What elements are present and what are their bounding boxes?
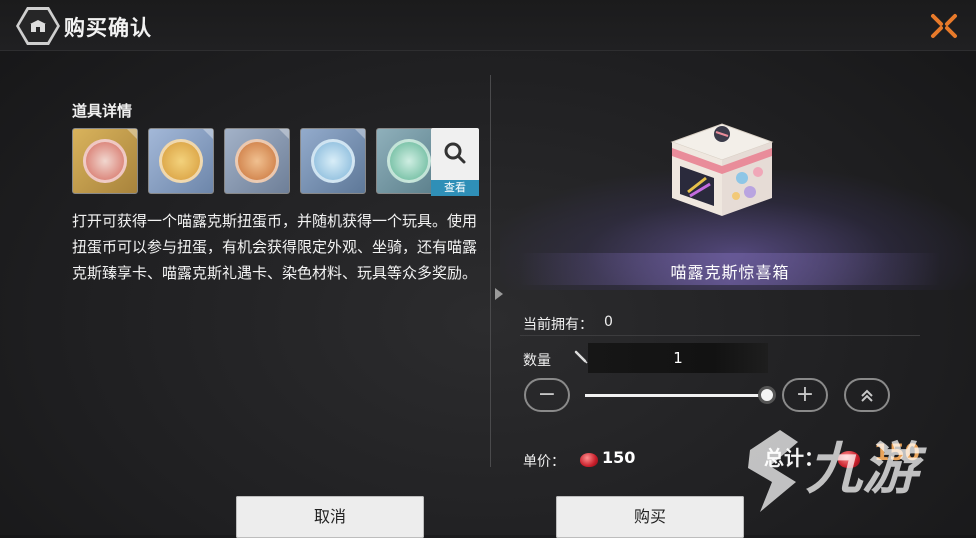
panel-divider — [490, 75, 491, 467]
cancel-button[interactable]: 取消 — [236, 496, 424, 538]
pencil-icon — [574, 350, 588, 368]
reward-item-blue-coin[interactable] — [300, 128, 366, 194]
watermark-logo: 九游 — [740, 420, 960, 520]
minus-icon: − — [537, 382, 557, 407]
close-button[interactable] — [928, 12, 960, 40]
quantity-slider[interactable] — [585, 394, 767, 397]
plus-icon: + — [795, 382, 815, 407]
product-name: 喵露克斯惊喜箱 — [670, 263, 790, 282]
search-icon — [441, 140, 469, 168]
buy-button[interactable]: 购买 — [556, 496, 744, 538]
view-details-button[interactable]: 查看 — [431, 128, 479, 196]
increase-button[interactable]: + — [782, 378, 828, 412]
quantity-label: 数量 — [523, 353, 551, 369]
double-chevron-up-icon — [859, 385, 875, 404]
max-quantity-button[interactable] — [844, 378, 890, 412]
reward-item-red-token[interactable] — [72, 128, 138, 194]
reward-item-gold-coin[interactable] — [148, 128, 214, 194]
currency-gem-icon — [580, 453, 598, 467]
unit-price-value: 150 — [602, 448, 636, 467]
title-bar: 购买确认 — [0, 0, 976, 51]
quantity-slider-handle[interactable] — [758, 386, 776, 404]
item-details-label: 道具详情 — [72, 102, 133, 120]
owned-value: 0 — [604, 314, 613, 330]
divider-line — [520, 335, 920, 336]
owned-label: 当前拥有： — [523, 317, 593, 333]
page-title: 购买确认 — [64, 16, 152, 40]
view-label: 查看 — [431, 180, 479, 196]
product-image — [666, 112, 778, 222]
decrease-button[interactable]: − — [524, 378, 570, 412]
unit-price-label: 单价： — [523, 454, 565, 470]
watermark-text: 九游 — [806, 437, 927, 502]
reward-item-list — [72, 128, 452, 194]
item-description: 打开可获得一个喵露克斯扭蛋币，并随机获得一个玩具。使用扭蛋币可以参与扭蛋，有机会… — [72, 212, 478, 282]
quantity-input[interactable]: 1 — [588, 343, 768, 373]
close-x-icon — [931, 14, 957, 38]
reward-item-orange-coin[interactable] — [224, 128, 290, 194]
